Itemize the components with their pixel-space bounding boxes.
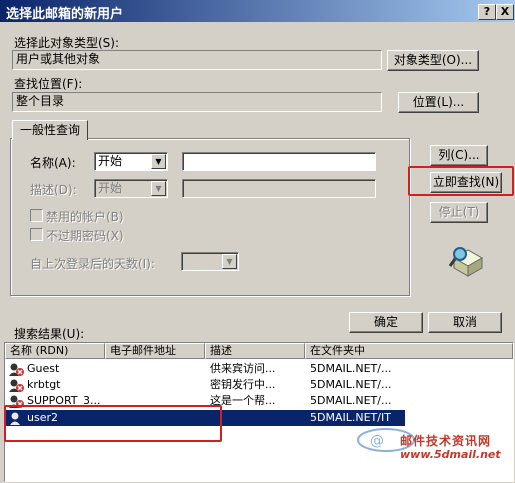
- table-row[interactable]: krbtgt 密钥发行中... 5DMAIL.NET/...: [5, 377, 513, 393]
- no-expire-password-label: 不过期密码(X): [46, 229, 124, 243]
- tab-general-queries[interactable]: 一般性查询: [12, 120, 88, 140]
- close-button[interactable]: X: [496, 4, 514, 20]
- locations-button[interactable]: 位置(L)...: [398, 92, 479, 113]
- description-mode-value: 开始: [98, 181, 123, 195]
- cell-folder: 5DMAIL.NET/...: [310, 394, 392, 407]
- cell-description: 这是一个帮...: [210, 394, 276, 407]
- location-label: 查找位置(F):: [14, 77, 83, 91]
- name-input[interactable]: [182, 152, 376, 171]
- cell-folder: 5DMAIL.NET/...: [310, 362, 392, 375]
- cell-name: krbtgt: [27, 378, 61, 391]
- chevron-down-icon: ▼: [222, 254, 237, 269]
- search-animation-icon: [448, 244, 484, 278]
- disabled-accounts-label: 禁用的帐户(B): [46, 210, 124, 224]
- name-label: 名称(A):: [30, 156, 76, 170]
- window-title: 选择此邮箱的新用户: [6, 7, 124, 22]
- cell-name: Guest: [27, 362, 60, 375]
- stop-button: 停止(T): [430, 202, 488, 223]
- chevron-down-icon: ▼: [151, 181, 166, 196]
- cell-description: 密钥发行中...: [210, 378, 276, 391]
- cell-description: 供来宾访问...: [210, 362, 276, 375]
- name-mode-value: 开始: [98, 154, 123, 168]
- help-button[interactable]: ?: [478, 4, 496, 20]
- column-header-description[interactable]: 描述: [205, 343, 305, 359]
- columns-button[interactable]: 列(C)...: [430, 145, 488, 166]
- description-mode-select: 开始 ▼: [94, 179, 168, 198]
- name-mode-select[interactable]: 开始 ▼: [94, 152, 168, 171]
- chevron-down-icon[interactable]: ▼: [151, 154, 166, 169]
- svg-text:@: @: [370, 433, 384, 449]
- cancel-button[interactable]: 取消: [428, 312, 502, 333]
- user2-highlight: [4, 405, 222, 442]
- disabled-accounts-checkbox: [30, 209, 43, 222]
- object-type-field: 用户或其他对象: [12, 50, 382, 70]
- description-input: [182, 179, 376, 198]
- column-header-name[interactable]: 名称 (RDN): [5, 343, 105, 359]
- object-types-button[interactable]: 对象类型(O)...: [387, 50, 479, 71]
- table-row[interactable]: Guest 供来宾访问... 5DMAIL.NET/...: [5, 361, 513, 377]
- column-header-email[interactable]: 电子邮件地址: [105, 343, 205, 359]
- ok-button[interactable]: 确定: [349, 312, 423, 333]
- search-results-label: 搜索结果(U):: [14, 327, 85, 341]
- object-type-label: 选择此对象类型(S):: [14, 36, 120, 50]
- location-field: 整个目录: [12, 92, 382, 112]
- days-since-logon-label: 自上次登录后的天数(I):: [30, 257, 155, 271]
- description-label: 描述(D):: [30, 183, 77, 197]
- no-expire-password-checkbox: [30, 228, 43, 241]
- cell-folder: 5DMAIL.NET/...: [310, 378, 392, 391]
- watermark-text: 邮件技术资讯网: [400, 434, 492, 448]
- watermark-url: www.5dmail.net: [400, 448, 501, 461]
- find-now-highlight: [408, 166, 514, 196]
- days-since-logon-select: ▼: [181, 252, 239, 271]
- column-header-folder[interactable]: 在文件夹中: [305, 343, 513, 359]
